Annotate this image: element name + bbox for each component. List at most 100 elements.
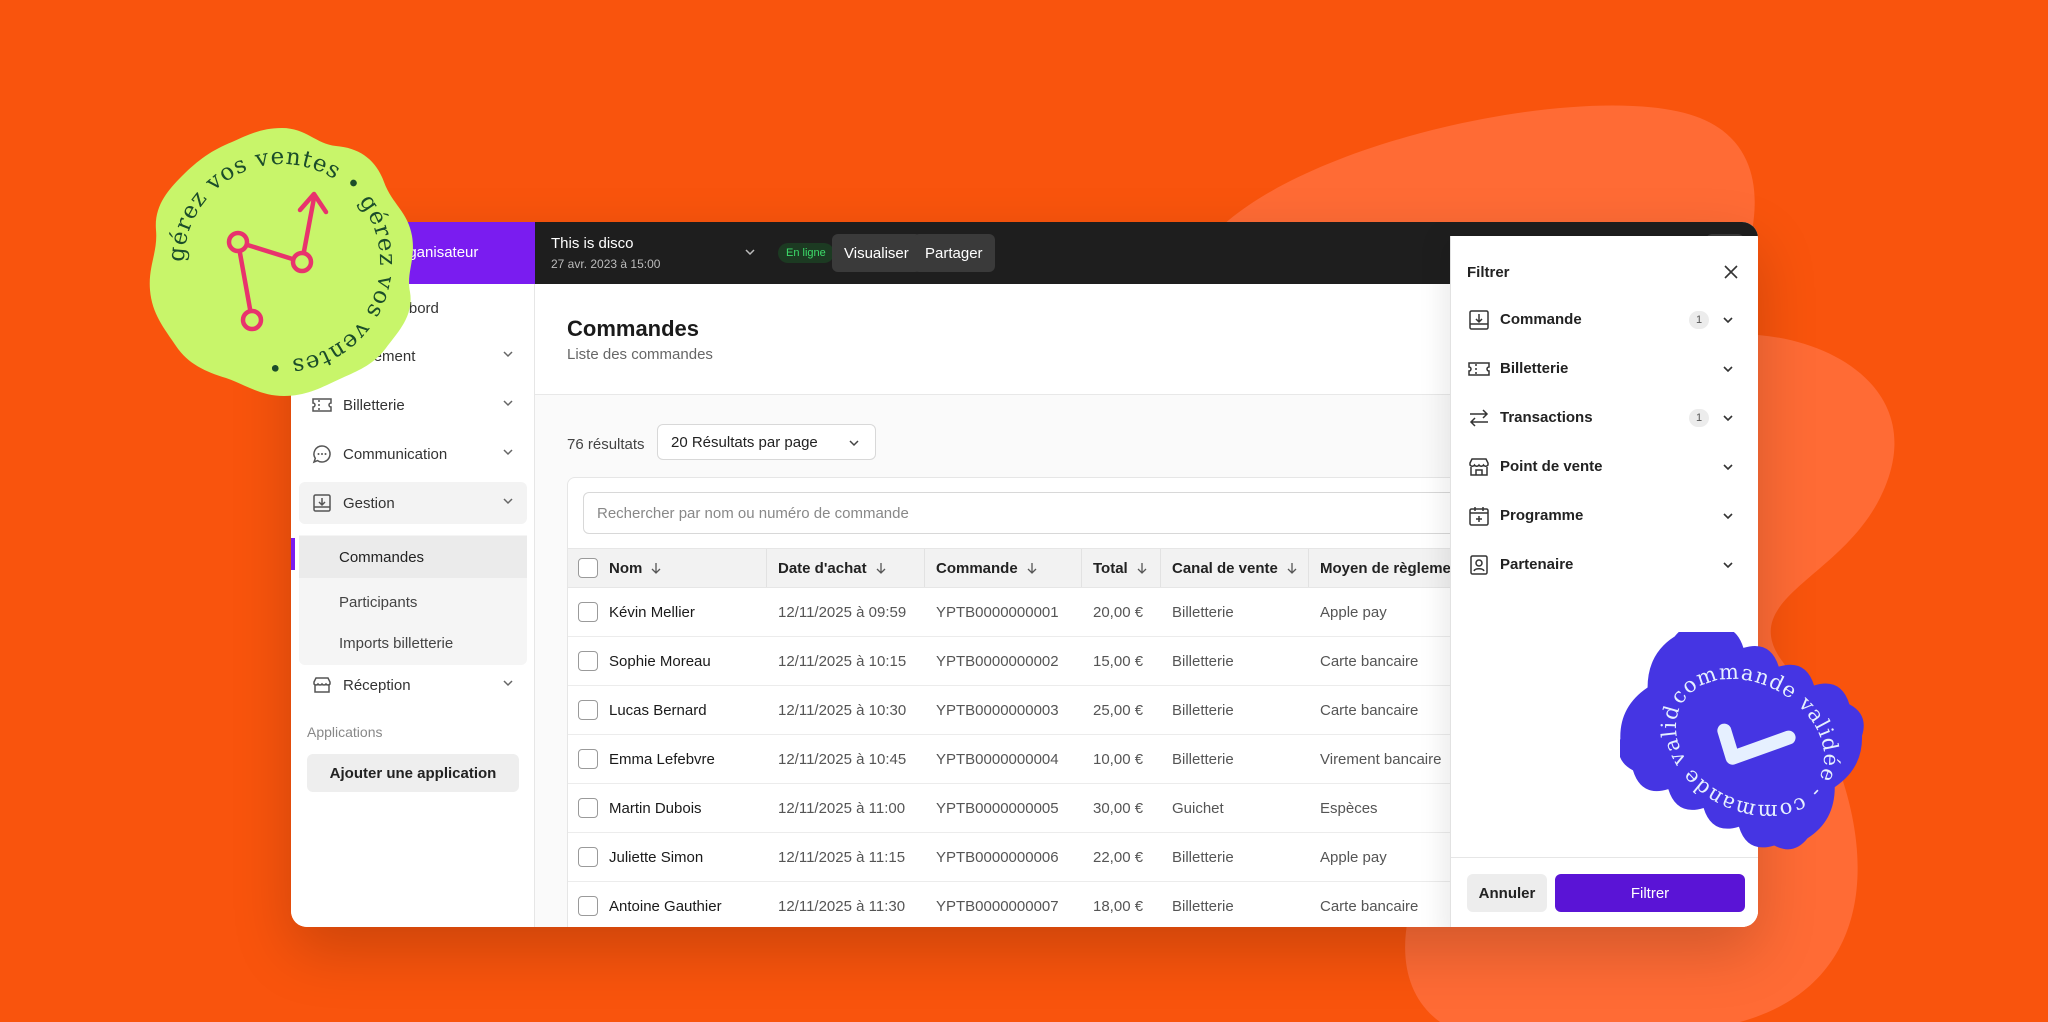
- cell-date: 12/11/2025 à 10:45: [778, 750, 907, 768]
- chevron-down-icon: [1723, 464, 1733, 471]
- column-label: Commande: [936, 559, 1018, 577]
- chevron-down-icon: [503, 400, 513, 407]
- cell-channel: Billetterie: [1172, 603, 1234, 621]
- event-date: 27 avr. 2023 à 15:00: [551, 257, 661, 271]
- table-row[interactable]: Sophie Moreau 12/11/2025 à 10:15 YPTB00000…: [568, 637, 1566, 686]
- cancel-button[interactable]: Annuler: [1467, 874, 1547, 912]
- orders-table: Rechercher par nom ou numéro de commande…: [567, 477, 1567, 927]
- cell-name: Lucas Bernard: [609, 701, 707, 719]
- close-icon[interactable]: [1722, 263, 1740, 281]
- cell-name: Kévin Mellier: [609, 603, 695, 621]
- filter-item-partenaire[interactable]: Partenaire: [1451, 541, 1758, 589]
- column-header-total[interactable]: Total: [1093, 549, 1148, 587]
- filter-item-billetterie[interactable]: Billetterie: [1451, 345, 1758, 393]
- column-header-commande[interactable]: Commande: [936, 549, 1038, 587]
- apply-filter-button[interactable]: Filtrer: [1555, 874, 1745, 912]
- filter-count-badge: 1: [1689, 311, 1709, 329]
- sort-arrow-icon: [651, 563, 661, 574]
- row-checkbox[interactable]: [578, 749, 598, 769]
- status-badge: En ligne: [778, 243, 834, 263]
- sidebar-item-communication[interactable]: Communication: [299, 433, 527, 475]
- per-page-select[interactable]: 20 Résultats par page: [657, 424, 876, 460]
- sidebar-subitem-imports[interactable]: Imports billetterie: [299, 622, 527, 664]
- filter-item-label: Commande: [1500, 311, 1582, 328]
- table-header: Nom Date d'achat Commande Total Canal de…: [568, 548, 1566, 588]
- cell-total: 18,00 €: [1093, 897, 1144, 915]
- sidebar-subitem-participants[interactable]: Participants: [299, 581, 527, 623]
- cell-order: YPTB0000000005: [936, 799, 1059, 817]
- sidebar-item-label: Réception: [343, 676, 411, 694]
- table-row[interactable]: Juliette Simon 12/11/2025 à 11:15 YPTB0000…: [568, 833, 1566, 882]
- sort-arrow-icon: [1027, 563, 1037, 574]
- chevron-down-icon: [1723, 513, 1733, 520]
- filter-item-transactions[interactable]: Transactions 1: [1451, 394, 1758, 442]
- table-row[interactable]: Emma Lefebvre 12/11/2025 à 10:45 YPTB00000…: [568, 735, 1566, 784]
- column-divider: [1160, 549, 1161, 587]
- cell-total: 20,00 €: [1093, 603, 1144, 621]
- cell-channel: Billetterie: [1172, 652, 1234, 670]
- table-row[interactable]: Kévin Mellier 12/11/2025 à 09:59 YPTB00000…: [568, 588, 1566, 637]
- cell-order: YPTB0000000002: [936, 652, 1059, 670]
- result-count: 76 résultats: [567, 436, 645, 453]
- cell-order: YPTB0000000006: [936, 848, 1059, 866]
- cell-date: 12/11/2025 à 10:15: [778, 652, 907, 670]
- cell-channel: Billetterie: [1172, 701, 1234, 719]
- add-application-button[interactable]: Ajouter une application: [307, 754, 519, 792]
- filter-item-programme[interactable]: Programme: [1451, 492, 1758, 540]
- row-checkbox[interactable]: [578, 602, 598, 622]
- column-header-date[interactable]: Date d'achat: [778, 549, 887, 587]
- search-input[interactable]: Rechercher par nom ou numéro de commande: [583, 492, 1566, 534]
- column-label: Date d'achat: [778, 559, 867, 577]
- transfer-arrows-icon: [1469, 409, 1489, 427]
- filter-item-label: Point de vente: [1500, 458, 1603, 475]
- column-label: Canal de vente: [1172, 559, 1278, 577]
- table-row[interactable]: Lucas Bernard 12/11/2025 à 10:30 YPTB00000…: [568, 686, 1566, 735]
- row-checkbox[interactable]: [578, 651, 598, 671]
- cell-total: 25,00 €: [1093, 701, 1144, 719]
- table-row[interactable]: Martin Dubois 12/11/2025 à 11:00 YPTB00000…: [568, 784, 1566, 833]
- column-label: Total: [1093, 559, 1128, 577]
- row-checkbox[interactable]: [578, 896, 598, 916]
- chevron-down-icon: [503, 498, 513, 505]
- filter-item-label: Partenaire: [1500, 556, 1574, 573]
- share-button[interactable]: Partager: [913, 234, 995, 272]
- sort-arrow-icon: [1287, 563, 1297, 574]
- column-header-canal[interactable]: Canal de vente: [1172, 549, 1298, 587]
- filter-item-label: Billetterie: [1500, 360, 1569, 377]
- cell-name: Sophie Moreau: [609, 652, 711, 670]
- cell-total: 15,00 €: [1093, 652, 1144, 670]
- column-header-moyen[interactable]: Moyen de règlement: [1320, 549, 1465, 587]
- column-header-nom[interactable]: Nom: [609, 549, 662, 587]
- cell-name: Emma Lefebvre: [609, 750, 715, 768]
- cell-channel: Billetterie: [1172, 750, 1234, 768]
- filter-count-badge: 1: [1689, 409, 1709, 427]
- table-row[interactable]: Antoine Gauthier 12/11/2025 à 11:30 YPTB00…: [568, 882, 1566, 927]
- sidebar-item-reception[interactable]: Réception: [299, 664, 527, 706]
- column-divider: [924, 549, 925, 587]
- row-checkbox[interactable]: [578, 798, 598, 818]
- cell-date: 12/11/2025 à 11:00: [778, 799, 906, 817]
- chevron-down-icon: [503, 351, 513, 358]
- sidebar-item-label: Communication: [343, 445, 448, 463]
- row-checkbox[interactable]: [578, 700, 598, 720]
- chevron-down-icon[interactable]: [743, 245, 757, 259]
- sidebar-item-gestion[interactable]: Gestion: [299, 482, 527, 524]
- row-checkbox[interactable]: [578, 847, 598, 867]
- chevron-down-icon: [503, 449, 513, 456]
- event-title[interactable]: This is disco: [551, 235, 634, 252]
- column-label: Nom: [609, 559, 643, 577]
- filter-item-point-de-vente[interactable]: Point de vente: [1451, 443, 1758, 491]
- cell-payment: Apple pay: [1320, 848, 1387, 866]
- select-all-checkbox[interactable]: [578, 558, 598, 578]
- filter-footer: Annuler Filtrer: [1451, 857, 1758, 927]
- active-indicator: [291, 538, 295, 570]
- sidebar-subitem-commandes[interactable]: Commandes: [299, 536, 527, 578]
- column-divider: [1081, 549, 1082, 587]
- filter-item-commande[interactable]: Commande 1: [1451, 296, 1758, 344]
- cell-payment: Carte bancaire: [1320, 652, 1419, 670]
- preview-button[interactable]: Visualiser: [832, 234, 921, 272]
- download-box-icon: [1469, 310, 1489, 330]
- cell-name: Antoine Gauthier: [609, 897, 722, 915]
- filter-title: Filtrer: [1467, 264, 1510, 281]
- cell-payment: Apple pay: [1320, 603, 1387, 621]
